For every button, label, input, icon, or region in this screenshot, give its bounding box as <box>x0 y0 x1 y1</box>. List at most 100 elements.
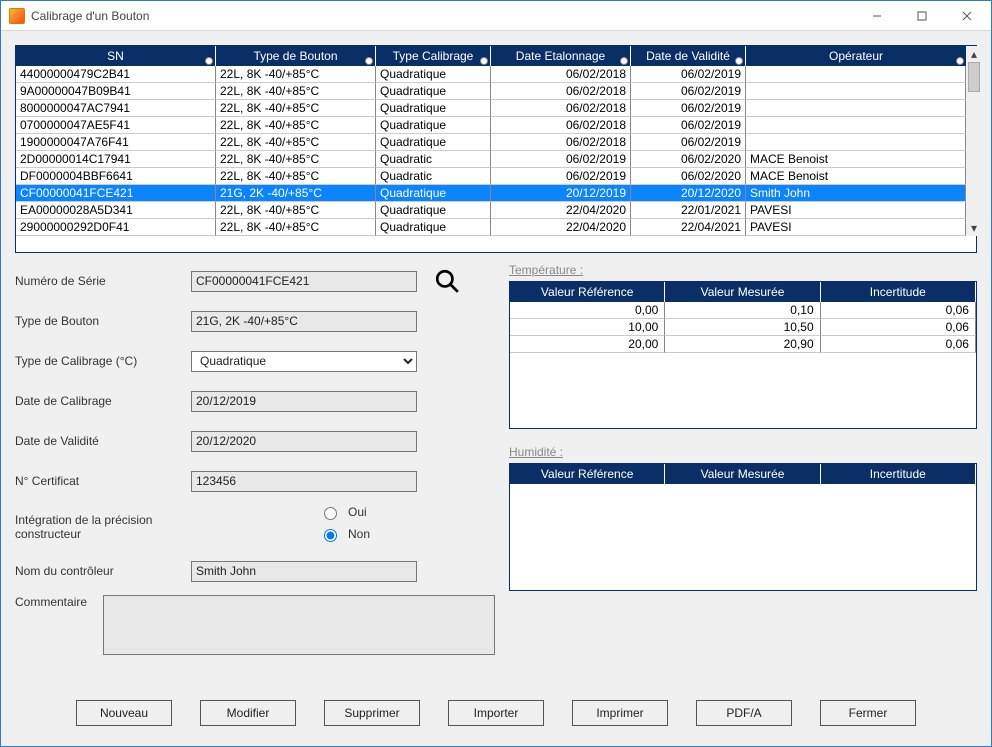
table-cell[interactable]: 9A00000047B09B41 <box>16 83 216 100</box>
table-cell[interactable]: 22/04/2020 <box>491 219 631 236</box>
table-cell[interactable]: 22L, 8K -40/+85°C <box>216 202 376 219</box>
table-cell[interactable]: 06/02/2019 <box>631 66 746 83</box>
comment-field[interactable] <box>103 595 495 655</box>
table-cell[interactable]: 2D00000014C17941 <box>16 151 216 168</box>
table-cell[interactable]: 06/02/2018 <box>491 66 631 83</box>
table-cell[interactable]: 22L, 8K -40/+85°C <box>216 134 376 151</box>
table-cell[interactable]: 20,90 <box>665 336 820 353</box>
table-cell[interactable]: 22L, 8K -40/+85°C <box>216 83 376 100</box>
filter-icon[interactable] <box>620 57 628 65</box>
modifier-button[interactable]: Modifier <box>200 700 296 726</box>
calibration-table[interactable]: SNType de BoutonType CalibrageDate Etalo… <box>15 45 977 253</box>
filter-icon[interactable] <box>735 57 743 65</box>
table-cell[interactable]: 0,06 <box>821 302 976 319</box>
temperature-table[interactable]: Valeur RéférenceValeur MesuréeIncertitud… <box>509 281 977 429</box>
table-cell[interactable]: PAVESI <box>746 202 966 219</box>
table-cell[interactable]: MACE Benoist <box>746 168 966 185</box>
imprimer-button[interactable]: Imprimer <box>572 700 668 726</box>
pdfa-button[interactable]: PDF/A <box>696 700 792 726</box>
table-cell[interactable]: Quadratique <box>376 66 491 83</box>
column-header[interactable]: Type de Bouton <box>216 46 376 66</box>
table-cell[interactable]: 22L, 8K -40/+85°C <box>216 151 376 168</box>
table-cell[interactable] <box>746 117 966 134</box>
scroll-down-icon[interactable]: ▾ <box>966 220 982 236</box>
table-cell[interactable]: Quadratique <box>376 117 491 134</box>
table-cell[interactable]: 10,00 <box>510 319 665 336</box>
table-cell[interactable]: Quadratique <box>376 83 491 100</box>
column-header[interactable]: Valeur Référence <box>510 282 665 302</box>
table-cell[interactable]: 06/02/2019 <box>631 134 746 151</box>
filter-icon[interactable] <box>956 57 964 65</box>
table-cell[interactable]: 21G, 2K -40/+85°C <box>216 185 376 202</box>
table-cell[interactable]: 06/02/2019 <box>631 117 746 134</box>
table-cell[interactable]: Quadratic <box>376 151 491 168</box>
close-button[interactable] <box>944 2 989 30</box>
controller-field[interactable] <box>191 561 417 582</box>
table-cell[interactable] <box>746 100 966 117</box>
caltype-select[interactable]: Quadratique <box>191 351 417 372</box>
column-header[interactable]: Date Etalonnage <box>491 46 631 66</box>
table-cell[interactable]: MACE Benoist <box>746 151 966 168</box>
search-icon[interactable] <box>433 267 461 295</box>
precision-yes-radio[interactable]: Oui <box>319 501 495 523</box>
table-cell[interactable]: 20,00 <box>510 336 665 353</box>
table-cell[interactable]: Smith John <box>746 185 966 202</box>
table-cell[interactable]: 06/02/2018 <box>491 83 631 100</box>
table-cell[interactable]: 44000000479C2B41 <box>16 66 216 83</box>
nouveau-button[interactable]: Nouveau <box>76 700 172 726</box>
table-cell[interactable]: PAVESI <box>746 219 966 236</box>
table-cell[interactable]: 06/02/2018 <box>491 134 631 151</box>
scroll-thumb[interactable] <box>968 62 980 92</box>
precision-no-radio[interactable]: Non <box>319 523 495 545</box>
table-cell[interactable]: 22/01/2021 <box>631 202 746 219</box>
table-cell[interactable]: 22L, 8K -40/+85°C <box>216 117 376 134</box>
scroll-up-icon[interactable]: ▴ <box>966 46 982 62</box>
column-header[interactable]: Incertitude <box>821 282 976 302</box>
table-cell[interactable]: 06/02/2019 <box>631 100 746 117</box>
column-header[interactable]: Type Calibrage <box>376 46 491 66</box>
humidity-table[interactable]: Valeur RéférenceValeur MesuréeIncertitud… <box>509 463 977 591</box>
table-cell[interactable]: 20/12/2019 <box>491 185 631 202</box>
cert-field[interactable] <box>191 471 417 492</box>
table-cell[interactable]: 0,10 <box>665 302 820 319</box>
column-header[interactable]: Valeur Mesurée <box>665 464 820 484</box>
table-cell[interactable]: 20/12/2020 <box>631 185 746 202</box>
table-cell[interactable]: Quadratique <box>376 219 491 236</box>
table-cell[interactable]: 22L, 8K -40/+85°C <box>216 100 376 117</box>
table-cell[interactable] <box>746 83 966 100</box>
sn-field[interactable] <box>191 271 417 292</box>
table-cell[interactable]: Quadratique <box>376 185 491 202</box>
column-header[interactable]: Valeur Référence <box>510 464 665 484</box>
filter-icon[interactable] <box>480 57 488 65</box>
table-cell[interactable]: 29000000292D0F41 <box>16 219 216 236</box>
column-header[interactable]: Incertitude <box>821 464 976 484</box>
table-cell[interactable]: 0,06 <box>821 319 976 336</box>
filter-icon[interactable] <box>205 57 213 65</box>
valid-field[interactable] <box>191 431 417 452</box>
filter-icon[interactable] <box>365 57 373 65</box>
fermer-button[interactable]: Fermer <box>820 700 916 726</box>
table-cell[interactable]: 22/04/2020 <box>491 202 631 219</box>
column-header[interactable]: Date de Validité <box>631 46 746 66</box>
table-cell[interactable]: Quadratique <box>376 134 491 151</box>
table-cell[interactable] <box>746 134 966 151</box>
table-cell[interactable]: 8000000047AC7941 <box>16 100 216 117</box>
table-cell[interactable]: DF0000004BBF6641 <box>16 168 216 185</box>
table-cell[interactable]: 1900000047A76F41 <box>16 134 216 151</box>
supprimer-button[interactable]: Supprimer <box>324 700 420 726</box>
table-cell[interactable]: 22L, 8K -40/+85°C <box>216 66 376 83</box>
table-cell[interactable]: 0,06 <box>821 336 976 353</box>
table-cell[interactable]: EA00000028A5D341 <box>16 202 216 219</box>
table-cell[interactable]: Quadratic <box>376 168 491 185</box>
table-cell[interactable]: 06/02/2019 <box>631 83 746 100</box>
minimize-button[interactable] <box>854 2 899 30</box>
table-cell[interactable]: CF00000041FCE421 <box>16 185 216 202</box>
table-cell[interactable]: 06/02/2018 <box>491 117 631 134</box>
table-cell[interactable]: 0,00 <box>510 302 665 319</box>
table-cell[interactable]: 10,50 <box>665 319 820 336</box>
table-cell[interactable]: 06/02/2020 <box>631 168 746 185</box>
type-field[interactable] <box>191 311 417 332</box>
table-cell[interactable]: 0700000047AE5F41 <box>16 117 216 134</box>
importer-button[interactable]: Importer <box>448 700 544 726</box>
table-cell[interactable] <box>746 66 966 83</box>
